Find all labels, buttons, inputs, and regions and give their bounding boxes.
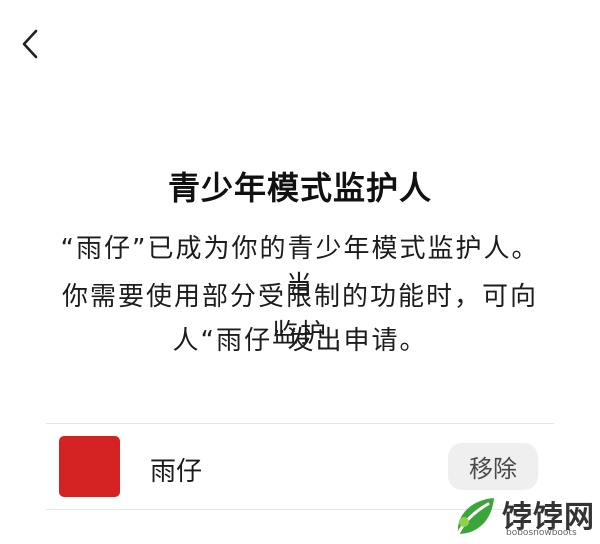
avatar <box>59 436 120 497</box>
back-button[interactable] <box>14 24 46 64</box>
description-line-3: 人“雨仔”发出申请。 <box>172 326 428 356</box>
chevron-left-icon <box>22 29 38 59</box>
leaf-logo-icon <box>456 498 494 536</box>
watermark: 饽饽网 bobosnowboots <box>450 490 598 544</box>
watermark-domain: bobosnowboots <box>506 528 577 538</box>
teen-mode-guardian-screen: 青少年模式监护人 “雨仔”已成为你的青少年模式监护人。当 你需要使用部分受限制的… <box>0 0 600 544</box>
page-title: 青少年模式监护人 <box>167 169 432 207</box>
guardian-name: 雨仔 <box>150 457 203 487</box>
remove-guardian-button[interactable]: 移除 <box>448 443 538 490</box>
